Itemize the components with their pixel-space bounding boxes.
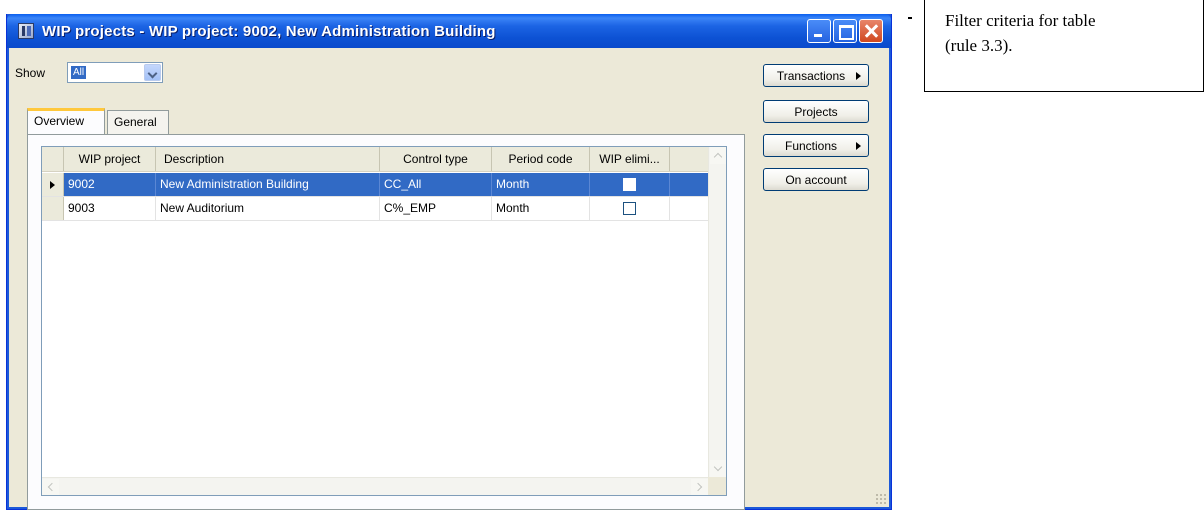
table-row[interactable]: 9003 New Auditorium C%_EMP Month bbox=[42, 197, 708, 221]
on-account-button-label: On account bbox=[785, 173, 847, 187]
table-header: WIP project Description Control type Per… bbox=[42, 147, 708, 172]
submenu-arrow-icon bbox=[856, 72, 861, 80]
vertical-scrollbar[interactable] bbox=[708, 147, 726, 477]
scroll-up-icon[interactable] bbox=[710, 147, 726, 164]
tab-overview[interactable]: Overview bbox=[27, 108, 105, 134]
horizontal-scrollbar[interactable] bbox=[42, 477, 708, 495]
cell-filler bbox=[670, 197, 708, 220]
cell-wip-project[interactable]: 9003 bbox=[64, 197, 156, 220]
cell-wip-project[interactable]: 9002 bbox=[64, 173, 156, 196]
cell-period-code[interactable]: Month bbox=[492, 173, 590, 196]
column-header-wip-elimination[interactable]: WIP elimi... bbox=[590, 147, 670, 171]
wip-elimination-checkbox[interactable] bbox=[623, 178, 636, 191]
close-icon[interactable] bbox=[859, 19, 883, 43]
column-header-control-type[interactable]: Control type bbox=[380, 147, 492, 171]
tab-general[interactable]: General bbox=[107, 110, 169, 134]
cell-control-type[interactable]: CC_All bbox=[380, 173, 492, 196]
chevron-down-icon[interactable] bbox=[144, 64, 161, 81]
minimize-icon[interactable] bbox=[807, 19, 831, 43]
cell-control-type[interactable]: C%_EMP bbox=[380, 197, 492, 220]
scroll-down-icon[interactable] bbox=[710, 460, 726, 477]
cell-description[interactable]: New Administration Building bbox=[156, 173, 380, 196]
column-header-filler bbox=[670, 147, 708, 171]
on-account-button[interactable]: On account bbox=[763, 168, 869, 191]
cell-wip-elimination bbox=[590, 173, 670, 196]
transactions-button-label: Transactions bbox=[776, 69, 846, 83]
row-selector-header bbox=[42, 147, 64, 171]
table-row[interactable]: 9002 New Administration Building CC_All … bbox=[42, 173, 708, 197]
cell-filler bbox=[670, 173, 708, 196]
projects-button[interactable]: Projects bbox=[763, 100, 869, 123]
column-header-wip-project[interactable]: WIP project bbox=[64, 147, 156, 171]
row-selector[interactable] bbox=[42, 197, 64, 220]
maximize-icon[interactable] bbox=[833, 19, 857, 43]
annotation-line-2: (rule 3.3). bbox=[945, 36, 1013, 55]
resize-grip-icon[interactable] bbox=[875, 493, 887, 505]
show-filter-value: All bbox=[71, 66, 87, 79]
annotation-box: Filter criteria for table (rule 3.3). bbox=[924, 0, 1204, 92]
app-icon[interactable] bbox=[18, 23, 34, 39]
wip-elimination-checkbox[interactable] bbox=[623, 202, 636, 215]
scroll-left-icon[interactable] bbox=[42, 479, 59, 495]
window-title: WIP projects - WIP project: 9002, New Ad… bbox=[42, 22, 496, 40]
wip-projects-table[interactable]: WIP project Description Control type Per… bbox=[41, 146, 727, 496]
transactions-button[interactable]: Transactions bbox=[763, 64, 869, 87]
column-header-description[interactable]: Description bbox=[156, 147, 380, 171]
cell-wip-elimination bbox=[590, 197, 670, 220]
annotation-line-1: Filter criteria for table bbox=[945, 11, 1096, 30]
title-bar-buttons bbox=[807, 19, 883, 43]
column-header-period-code[interactable]: Period code bbox=[492, 147, 590, 171]
show-filter-label: Show bbox=[15, 66, 46, 80]
show-filter-select[interactable]: All bbox=[67, 62, 163, 83]
scroll-right-icon[interactable] bbox=[691, 479, 708, 495]
wip-projects-window: WIP projects - WIP project: 9002, New Ad… bbox=[6, 14, 892, 510]
cell-description[interactable]: New Auditorium bbox=[156, 197, 380, 220]
scrollbar-corner bbox=[708, 477, 726, 495]
functions-button-label: Functions bbox=[784, 139, 838, 153]
title-bar[interactable]: WIP projects - WIP project: 9002, New Ad… bbox=[7, 14, 891, 48]
functions-button[interactable]: Functions bbox=[763, 134, 869, 157]
current-row-arrow-icon bbox=[42, 173, 64, 196]
cell-period-code[interactable]: Month bbox=[492, 197, 590, 220]
annotation-leader-line bbox=[908, 17, 912, 19]
projects-button-label: Projects bbox=[794, 105, 838, 119]
submenu-arrow-icon bbox=[856, 142, 861, 150]
